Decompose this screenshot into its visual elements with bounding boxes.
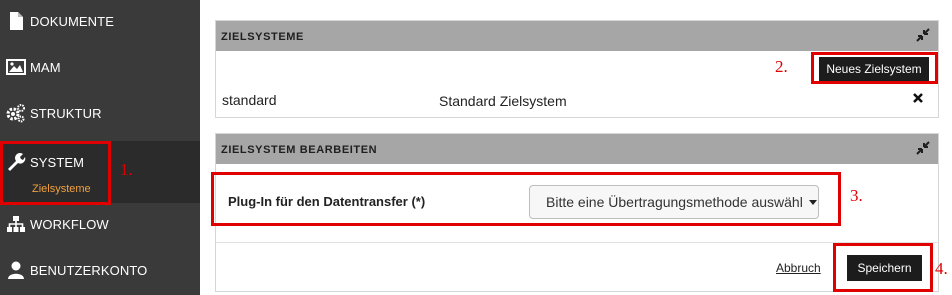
- sidebar-item-mam[interactable]: MAM: [0, 46, 200, 92]
- zielsystem-name: standard: [222, 92, 277, 108]
- annotation-box-1: [0, 141, 111, 205]
- sidebar-item-label: DOKUMENTE: [30, 14, 114, 29]
- sidebar-item-benutzerkonto[interactable]: BENUTZERKONTO: [0, 249, 200, 295]
- sidebar-item-workflow[interactable]: WORKFLOW: [0, 203, 200, 249]
- annotation-label-2: 2.: [775, 57, 788, 76]
- collapse-icon[interactable]: [916, 28, 930, 42]
- sitemap-icon: [7, 216, 25, 232]
- gears-icon: [6, 104, 25, 123]
- panel-title: ZIELSYSTEME: [221, 31, 304, 43]
- collapse-icon[interactable]: [916, 141, 930, 155]
- sidebar-item-dokumente[interactable]: DOKUMENTE: [0, 0, 200, 46]
- sidebar-item-label: MAM: [30, 60, 61, 75]
- annotation-box-3: [211, 172, 841, 226]
- user-icon: [8, 261, 24, 279]
- annotation-label-1: 1.: [120, 160, 133, 179]
- cancel-link[interactable]: Abbruch: [776, 261, 821, 275]
- zielsystem-description: Standard Zielsystem: [439, 93, 567, 109]
- image-icon: [6, 59, 26, 75]
- sidebar-item-struktur[interactable]: STRUKTUR: [0, 92, 200, 138]
- panel-title: ZIELSYSTEM BEARBEITEN: [221, 144, 378, 156]
- sidebar-item-label: BENUTZERKONTO: [30, 263, 148, 278]
- annotation-box-2: [811, 52, 938, 84]
- annotation-label-3: 3.: [850, 186, 863, 205]
- annotation-label-4: 4.: [935, 259, 948, 278]
- panel-header: ZIELSYSTEM BEARBEITEN: [216, 134, 938, 164]
- document-icon: [10, 12, 23, 30]
- annotation-box-4: [833, 243, 933, 292]
- delete-icon[interactable]: [912, 92, 924, 104]
- divider: [216, 242, 938, 243]
- sidebar-item-label: WORKFLOW: [30, 217, 109, 232]
- sidebar-item-label: STRUKTUR: [30, 106, 102, 121]
- panel-header: ZIELSYSTEME: [216, 21, 938, 51]
